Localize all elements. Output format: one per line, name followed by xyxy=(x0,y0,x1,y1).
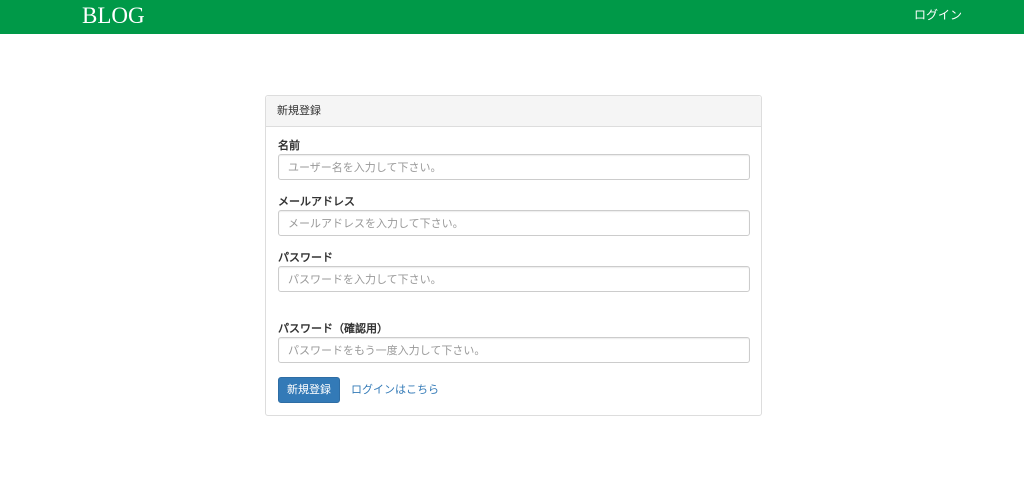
register-panel: 新規登録 名前 メールアドレス パスワード パスワード（確認用） 新規登録 ログ… xyxy=(265,95,762,416)
top-navbar: BLOG ログイン xyxy=(0,0,1024,34)
register-button[interactable]: 新規登録 xyxy=(278,377,340,403)
password-confirm-label: パスワード（確認用） xyxy=(278,322,388,335)
email-input[interactable] xyxy=(278,210,750,236)
password-confirm-input[interactable] xyxy=(278,337,750,363)
login-here-link[interactable]: ログインはこちら xyxy=(351,383,439,397)
brand-logo[interactable]: BLOG xyxy=(82,2,145,30)
password-input[interactable] xyxy=(278,266,750,292)
name-input[interactable] xyxy=(278,154,750,180)
panel-heading: 新規登録 xyxy=(266,96,761,127)
nav-login-link[interactable]: ログイン xyxy=(914,7,962,23)
password-label: パスワード xyxy=(278,251,333,264)
name-label: 名前 xyxy=(278,139,300,152)
email-label: メールアドレス xyxy=(278,195,355,208)
